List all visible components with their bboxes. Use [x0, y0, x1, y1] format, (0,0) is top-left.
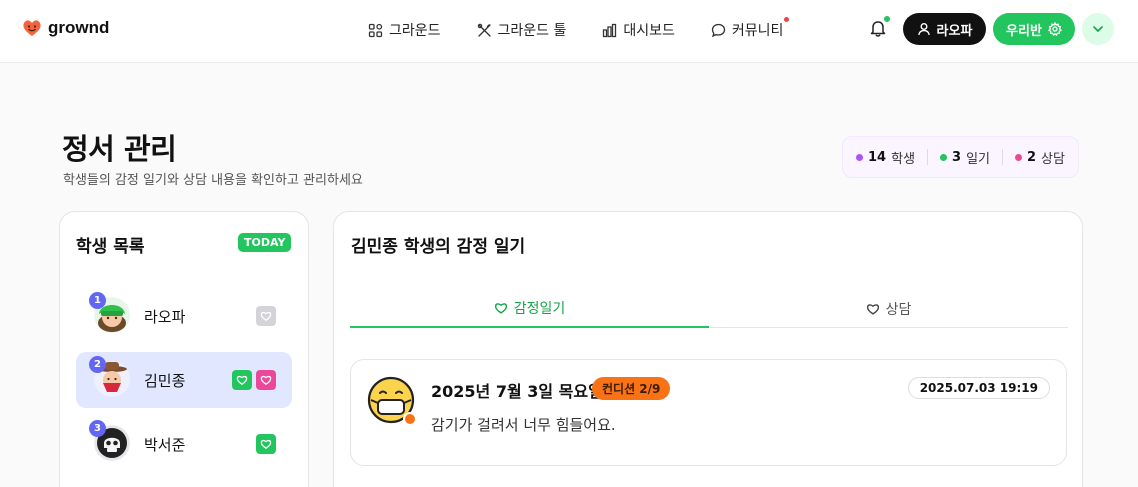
entry-text: 감기가 걸려서 너무 힘들어요. — [431, 416, 616, 434]
nav-item-label: 대시보드 — [623, 23, 675, 39]
stat-counseling: 2 상담 — [1015, 148, 1065, 167]
student-name: 라오파 — [144, 308, 186, 326]
heart-outline-icon — [260, 375, 272, 385]
diary-status-written — [232, 370, 252, 390]
heart-outline-icon — [260, 311, 272, 321]
user-name: 라오파 — [936, 23, 973, 39]
top-nav-bar: grownd 그라운드 그라운드 툴 대시보드 커뮤니티 라오파 우리반 — [0, 0, 1138, 63]
entry-date: 2025년 7월 3일 목요일 — [431, 382, 603, 401]
counseling-status-written — [256, 370, 276, 390]
grid-icon — [368, 23, 383, 37]
condition-badge: 컨디션 2/9 — [592, 377, 671, 400]
divider — [927, 149, 929, 165]
page-title: 정서 관리 — [62, 132, 177, 166]
rank-badge: 3 — [89, 420, 106, 437]
heart-outline-icon — [236, 375, 248, 385]
stat-label: 일기 — [966, 151, 990, 167]
brand-logo[interactable]: grownd — [22, 18, 109, 38]
entry-timestamp: 2025.07.03 19:19 — [907, 377, 1050, 399]
student-row[interactable]: 3 박서준 — [76, 416, 292, 472]
rank-badge: 1 — [89, 292, 106, 309]
brand-name: grownd — [48, 18, 110, 37]
class-settings-button[interactable]: 우리반 — [993, 13, 1075, 45]
tab-counseling[interactable]: 상담 — [709, 294, 1068, 327]
summary-stats: 14 학생 3 일기 2 상담 — [842, 136, 1079, 178]
stat-label: 학생 — [891, 151, 916, 167]
chat-bubble-icon — [711, 23, 726, 37]
chevron-down-icon — [1093, 26, 1103, 32]
notification-dot — [784, 17, 790, 22]
rank-badge: 2 — [89, 356, 106, 373]
heart-outline-icon — [260, 439, 272, 449]
page-subtitle: 학생들의 감정 일기와 상담 내용을 확인하고 관리하세요 — [63, 173, 363, 188]
sick-mask-emoji-icon — [367, 376, 417, 426]
student-row-selected[interactable]: 2 김민종 — [76, 352, 292, 408]
bar-chart-icon — [603, 23, 617, 37]
class-name: 우리반 — [1006, 23, 1042, 39]
stat-diaries: 3 일기 — [940, 148, 990, 167]
nav-item-ground-tools[interactable]: 그라운드 툴 — [477, 20, 567, 40]
student-name: 김민종 — [144, 372, 186, 390]
stat-students: 14 학생 — [856, 148, 915, 167]
nav-item-community[interactable]: 커뮤니티 — [711, 17, 790, 40]
menu-expand-button[interactable] — [1082, 13, 1114, 45]
tab-label: 감정일기 — [513, 301, 566, 317]
tab-emotion-diary[interactable]: 감정일기 — [350, 294, 709, 328]
detail-tabs: 감정일기 상담 — [350, 294, 1068, 328]
student-name: 박서준 — [144, 436, 186, 454]
student-list-panel: 학생 목록 TODAY 1 라오파 2 김민종 3 박서준 — [59, 211, 309, 487]
gear-icon — [1047, 22, 1062, 36]
heart-outline-icon — [866, 303, 879, 315]
diary-status-empty — [256, 306, 276, 326]
diary-detail-panel: 김민종 학생의 감정 일기 감정일기 상담 2025년 7월 3일 목요일 컨디… — [333, 211, 1083, 487]
user-icon — [917, 23, 930, 36]
stat-label: 상담 — [1041, 151, 1065, 167]
diary-detail-title: 김민종 학생의 감정 일기 — [351, 237, 526, 257]
nav-item-label: 그라운드 툴 — [497, 23, 567, 39]
stat-dot — [856, 153, 864, 161]
stat-value: 3 — [952, 149, 962, 165]
heart-outline-icon — [494, 303, 507, 314]
diary-entry-card[interactable]: 2025년 7월 3일 목요일 컨디션 2/9 2025.07.03 19:19… — [350, 359, 1067, 466]
user-profile-button[interactable]: 라오파 — [903, 13, 986, 45]
nav-item-label: 그라운드 — [389, 23, 441, 39]
student-list-title: 학생 목록 — [76, 237, 145, 257]
stat-value: 2 — [1027, 149, 1037, 165]
diary-status-written — [256, 434, 276, 454]
tools-icon — [477, 23, 491, 37]
divider — [1002, 149, 1003, 165]
main-nav: 그라운드 그라운드 툴 대시보드 커뮤니티 — [368, 0, 790, 60]
notification-bell[interactable] — [868, 16, 890, 40]
student-row[interactable]: 1 라오파 — [76, 288, 292, 344]
heart-face-logo-icon — [23, 20, 41, 36]
tab-label: 상담 — [885, 301, 912, 318]
nav-item-ground[interactable]: 그라운드 — [368, 20, 441, 40]
stat-value: 14 — [868, 149, 887, 165]
stat-dot — [940, 153, 948, 161]
today-badge[interactable]: TODAY — [238, 233, 292, 252]
nav-item-dashboard[interactable]: 대시보드 — [602, 20, 675, 40]
stat-dot — [1015, 153, 1022, 161]
nav-item-label: 커뮤니티 — [731, 23, 784, 39]
bell-status-dot — [884, 16, 890, 22]
